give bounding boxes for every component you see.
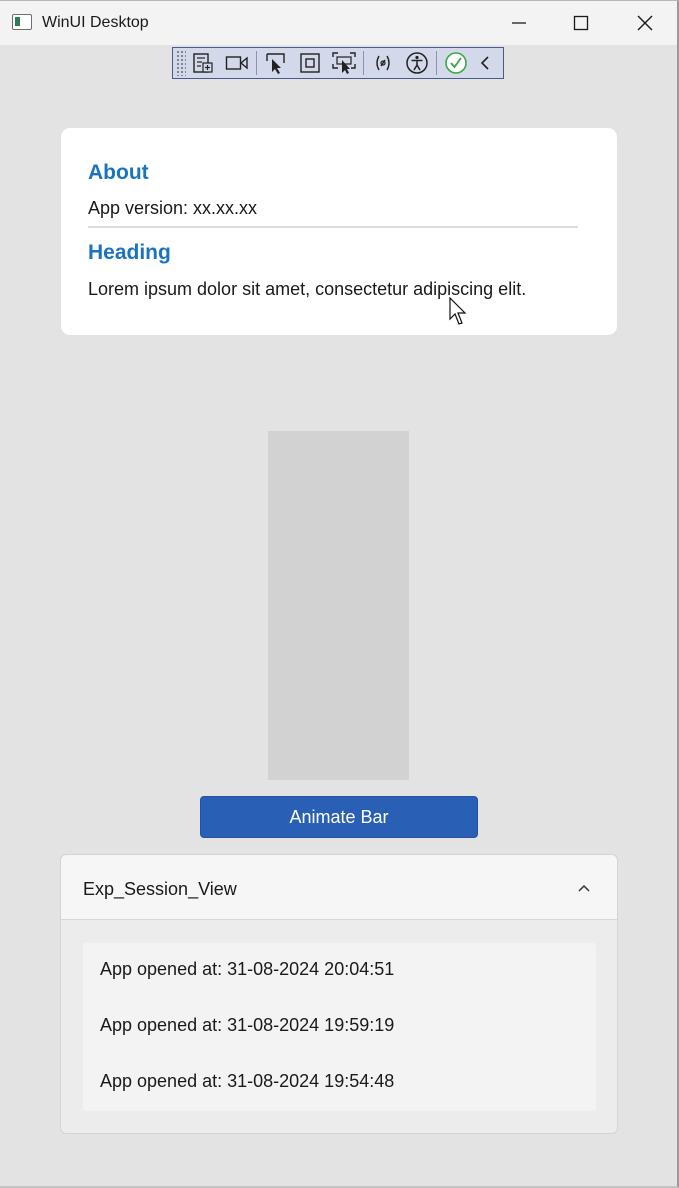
- accessibility-button[interactable]: [400, 48, 434, 78]
- toolbar-separator: [256, 51, 257, 75]
- close-button[interactable]: [614, 1, 676, 45]
- maximize-button[interactable]: [550, 1, 612, 45]
- expander-header[interactable]: Exp_Session_View: [61, 855, 617, 920]
- app-icon: [12, 14, 32, 30]
- accessibility-icon: [406, 52, 428, 74]
- chevron-up-icon[interactable]: [573, 877, 595, 899]
- binding-failures-button[interactable]: [366, 48, 400, 78]
- title-bar[interactable]: WinUI Desktop: [0, 1, 677, 45]
- session-expander: Exp_Session_View App opened at: 31-08-20…: [60, 854, 618, 1134]
- select-element-button[interactable]: [259, 48, 293, 78]
- list-item: App opened at: 31-08-2024 19:59:19: [100, 1015, 395, 1035]
- toolbar-separator: [363, 51, 364, 75]
- select-element-icon: [266, 53, 285, 74]
- check-icon: [445, 52, 467, 74]
- toolbar-separator: [436, 51, 437, 75]
- close-icon: [637, 15, 653, 31]
- list-item: App opened at: 31-08-2024 19:54:48: [100, 1071, 395, 1091]
- check-status-button[interactable]: [439, 48, 473, 78]
- record-button[interactable]: [220, 48, 254, 78]
- track-focus-icon: [332, 52, 356, 74]
- display-layout-adorners-icon: [300, 53, 320, 73]
- live-visual-tree-icon: [193, 53, 213, 73]
- mouse-cursor-icon: [449, 297, 467, 325]
- minimize-icon: [512, 22, 526, 24]
- app-version-text: App version: xx.xx.xx: [88, 198, 258, 218]
- session-list: App opened at: 31-08-2024 20:04:51 App o…: [83, 943, 596, 1111]
- display-layout-adorners-button[interactable]: [293, 48, 327, 78]
- about-card: [60, 127, 618, 336]
- grip-handle[interactable]: [176, 50, 186, 76]
- collapse-toolbar-button[interactable]: [473, 48, 497, 78]
- animate-bar-button[interactable]: Animate Bar: [200, 796, 478, 838]
- track-focus-button[interactable]: [327, 48, 361, 78]
- maximize-icon: [573, 15, 589, 31]
- about-heading: About: [88, 161, 149, 184]
- animated-bar: [268, 431, 409, 780]
- app-window: WinUI Desktop About App version: xx.xx.x…: [0, 0, 679, 1188]
- divider: [88, 226, 578, 228]
- collapse-chevron-icon: [480, 56, 489, 70]
- binding-failures-icon: [376, 55, 390, 71]
- list-item: App opened at: 31-08-2024 20:04:51: [100, 959, 395, 979]
- record-icon: [225, 56, 248, 70]
- in-app-debug-toolbar: [172, 47, 504, 79]
- live-visual-tree-button[interactable]: [186, 48, 220, 78]
- minimize-button[interactable]: [488, 1, 550, 45]
- window-title: WinUI Desktop: [42, 14, 149, 31]
- section-heading: Heading: [88, 241, 171, 264]
- expander-title: Exp_Session_View: [83, 879, 237, 899]
